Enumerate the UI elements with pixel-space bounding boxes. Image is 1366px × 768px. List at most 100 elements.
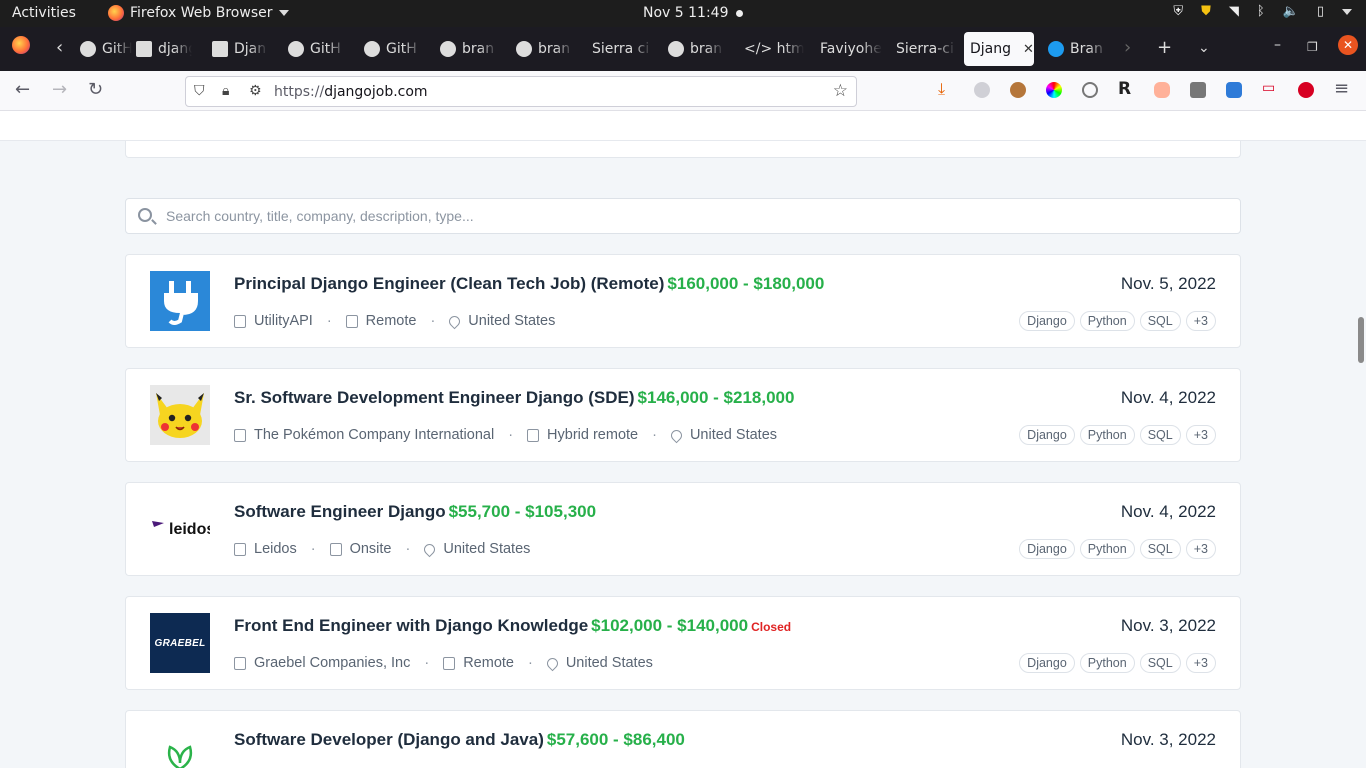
tab-faviyohe[interactable]: Faviyohe xyxy=(814,32,882,66)
battery-icon[interactable]: ▯ xyxy=(1317,4,1324,19)
tag-badge[interactable]: Django xyxy=(1019,539,1075,559)
bookmark-star-icon[interactable]: ☆ xyxy=(833,81,848,101)
job-location: United States xyxy=(443,541,531,557)
tag-badge[interactable]: Django xyxy=(1019,653,1075,673)
tab-github-1[interactable]: GitH xyxy=(74,32,132,66)
job-title-line[interactable]: Software Engineer Django $55,700 - $105,3… xyxy=(234,502,596,522)
job-salary: $146,000 - $218,000 xyxy=(637,388,795,407)
tab-branch-2[interactable]: bran xyxy=(510,32,574,66)
tab-twitter[interactable]: Bran xyxy=(1042,32,1108,66)
site-header xyxy=(0,111,1366,141)
job-card[interactable]: Sr. Software Development Engineer Django… xyxy=(125,368,1241,462)
job-salary: $55,700 - $105,300 xyxy=(448,502,597,521)
shield-icon[interactable]: ⛨ xyxy=(1173,4,1183,19)
tab-branch-3[interactable]: bran xyxy=(662,32,724,66)
hamburger-menu-icon[interactable]: ≡ xyxy=(1334,78,1349,99)
back-icon[interactable]: ← xyxy=(15,79,30,100)
job-title[interactable]: Front End Engineer with Django Knowledge xyxy=(234,616,588,635)
bluetooth-icon[interactable]: ᛒ xyxy=(1257,4,1265,19)
job-search[interactable] xyxy=(125,198,1241,234)
tag-badge[interactable]: Python xyxy=(1079,425,1135,445)
color-picker-icon[interactable] xyxy=(1046,82,1062,98)
tab-strip: ‹ GitH djang Djan GitH GitH bran bran Si… xyxy=(0,27,1366,71)
permissions-icon[interactable]: ⚙︎ xyxy=(249,83,262,99)
tag-more-badge[interactable]: +3 xyxy=(1185,425,1216,445)
activities-button[interactable]: Activities xyxy=(12,5,76,21)
tracking-protection-icon[interactable]: ⛉ xyxy=(194,83,205,99)
new-tab-icon[interactable]: + xyxy=(1157,37,1172,58)
close-window-icon[interactable]: ✕ xyxy=(1338,35,1358,55)
extension-avatar-icon[interactable] xyxy=(1010,82,1026,98)
extension-bottle-icon[interactable] xyxy=(1154,82,1170,98)
system-tray[interactable]: ⛨ ⛊ ◥ ᛒ 🔈 ▯ xyxy=(1173,4,1352,19)
tag-badge[interactable]: SQL xyxy=(1139,425,1181,445)
tag-badge[interactable]: SQL xyxy=(1139,311,1181,331)
url-text[interactable]: https://djangojob.com xyxy=(274,84,428,100)
tab-django-2[interactable]: Djan xyxy=(206,32,268,66)
job-card[interactable]: Principal Django Engineer (Clean Tech Jo… xyxy=(125,254,1241,348)
tab-html[interactable]: </> htm xyxy=(738,32,804,66)
vpn-icon[interactable]: ⛊ xyxy=(1201,4,1211,19)
list-all-tabs-icon[interactable]: ⌄ xyxy=(1198,40,1210,56)
job-title-line[interactable]: Sr. Software Development Engineer Django… xyxy=(234,388,794,408)
job-title[interactable]: Sr. Software Development Engineer Django… xyxy=(234,388,635,407)
tabs-scroll-right-icon[interactable]: › xyxy=(1124,37,1131,58)
tag-more-badge[interactable]: +3 xyxy=(1185,539,1216,559)
job-title-line[interactable]: Front End Engineer with Django Knowledge… xyxy=(234,616,791,636)
maximize-icon[interactable]: ❐ xyxy=(1307,40,1318,54)
job-card[interactable]: leidos Software Engineer Django$55,700 -… xyxy=(125,482,1241,576)
job-title[interactable]: Software Developer (Django and Java) xyxy=(234,730,544,749)
extension-red-icon[interactable] xyxy=(1298,82,1314,98)
chevron-down-icon[interactable] xyxy=(1342,8,1352,15)
tag-more-badge[interactable]: +3 xyxy=(1185,653,1216,673)
tag-badge[interactable]: Python xyxy=(1079,653,1135,673)
tag-badge[interactable]: Django xyxy=(1019,311,1075,331)
tag-badge[interactable]: Python xyxy=(1079,539,1135,559)
reload-icon[interactable]: ↻ xyxy=(88,79,103,100)
tab-djangojob-active[interactable]: Djang ✕ xyxy=(964,32,1034,66)
company-logo xyxy=(150,727,210,768)
lock-icon[interactable]: 🔒︎ xyxy=(222,83,229,99)
tab-github-2[interactable]: GitH xyxy=(282,32,346,66)
job-title[interactable]: Software Engineer Django xyxy=(234,502,446,521)
tab-branch-1[interactable]: bran xyxy=(434,32,498,66)
tag-badge[interactable]: Python xyxy=(1079,311,1135,331)
tabs-scroll-left-icon[interactable]: ‹ xyxy=(56,37,63,58)
job-card[interactable]: GRAEBEL Front End Engineer with Django K… xyxy=(125,596,1241,690)
tag-badge[interactable]: Django xyxy=(1019,425,1075,445)
job-salary: $57,600 - $86,400 xyxy=(546,730,685,749)
extension-gray-icon[interactable] xyxy=(974,82,990,98)
address-bar[interactable]: ⛉ 🔒︎ ⚙︎ https://djangojob.com ☆ xyxy=(185,76,857,107)
extension-blue-icon[interactable] xyxy=(1226,82,1242,98)
job-title-line[interactable]: Software Developer (Django and Java) $57,… xyxy=(234,730,685,750)
notification-dot-icon xyxy=(736,10,743,17)
app-menu[interactable]: Firefox Web Browser xyxy=(108,5,289,21)
closed-badge: Closed xyxy=(751,620,792,634)
scrollbar-thumb[interactable] xyxy=(1358,317,1364,363)
tag-badge[interactable]: SQL xyxy=(1139,653,1181,673)
clock[interactable]: Nov 5 11:49 xyxy=(643,5,728,21)
tab-github-3[interactable]: GitH xyxy=(358,32,422,66)
forward-icon[interactable]: → xyxy=(52,79,67,100)
tag-badge[interactable]: SQL xyxy=(1139,539,1181,559)
tag-more-badge[interactable]: +3 xyxy=(1185,311,1216,331)
volume-icon[interactable]: 🔈 xyxy=(1283,4,1299,19)
extension-bike-icon[interactable] xyxy=(1082,82,1098,98)
work-type: Remote xyxy=(463,655,514,671)
job-title[interactable]: Principal Django Engineer (Clean Tech Jo… xyxy=(234,274,664,293)
firefox-view-icon[interactable] xyxy=(12,36,30,59)
job-card[interactable]: Software Developer (Django and Java) $57,… xyxy=(125,710,1241,768)
job-title-line[interactable]: Principal Django Engineer (Clean Tech Jo… xyxy=(234,274,824,294)
close-tab-icon[interactable]: ✕ xyxy=(1023,42,1034,57)
tab-sierra-1[interactable]: Sierra ci xyxy=(586,32,652,66)
tab-django-1[interactable]: djang xyxy=(130,32,192,66)
download-icon[interactable]: ⤓ xyxy=(938,79,954,98)
search-input[interactable] xyxy=(166,199,1226,233)
wifi-icon[interactable]: ◥ xyxy=(1229,4,1239,19)
minimize-icon[interactable]: – xyxy=(1274,37,1281,53)
extension-todo-icon[interactable]: ▭ xyxy=(1262,80,1278,96)
job-tags: Django Python SQL +3 xyxy=(1019,425,1216,445)
tab-sierra-2[interactable]: Sierra-ci xyxy=(890,32,956,66)
extension-puzzle-icon[interactable] xyxy=(1190,82,1206,98)
extension-r-icon[interactable]: R xyxy=(1118,79,1134,99)
